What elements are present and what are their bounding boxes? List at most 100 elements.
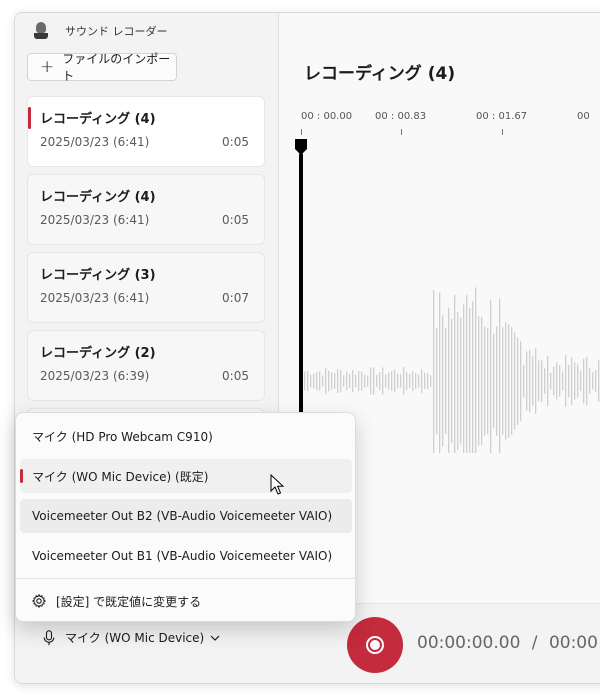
waveform-bar — [463, 304, 465, 453]
waveform-bar — [409, 373, 411, 389]
waveform-bar — [478, 316, 480, 446]
recording-item[interactable]: レコーディング (4) 2025/03/23 (6:41) 0:05 — [27, 96, 265, 167]
timeline-tick-label: 00 : 01.67 — [476, 111, 528, 122]
recording-name: レコーディング (4) — [40, 190, 156, 205]
recording-duration: 0:05 — [222, 369, 249, 383]
dropdown-option-selected[interactable]: マイク (WO Mic Device) (既定) — [20, 459, 352, 493]
waveform-bar — [358, 370, 360, 392]
waveform-bar — [484, 326, 486, 436]
waveform-bar — [364, 374, 366, 388]
recording-item[interactable]: レコーディング (2) 2025/03/23 (6:39) 0:05 — [27, 330, 265, 401]
dropdown-option-label: Voicemeeter Out B2 (VB-Audio Voicemeeter… — [32, 509, 333, 523]
waveform-bar — [451, 318, 453, 444]
waveform-bar — [412, 371, 414, 391]
record-button[interactable] — [347, 617, 403, 673]
open-settings-option[interactable]: [設定] で既定値に変更する — [20, 584, 352, 618]
waveform-bar — [481, 316, 483, 446]
waveform-bar — [397, 373, 399, 389]
waveform-bar — [520, 341, 522, 421]
mouse-cursor-icon — [270, 474, 284, 495]
waveform-bar — [562, 371, 564, 391]
waveform-bar — [421, 369, 423, 393]
recording-item[interactable]: レコーディング (4) 2025/03/23 (6:41) 0:05 — [27, 174, 265, 245]
dropdown-option[interactable]: Voicemeeter Out B2 (VB-Audio Voicemeeter… — [20, 499, 352, 533]
waveform-bar — [406, 371, 408, 391]
waveform-bar — [328, 370, 330, 392]
timeline-ruler[interactable]: 00 : 00.00 00 : 00.83 00 : 01.67 00 — [279, 109, 600, 149]
dropdown-option-label: Voicemeeter Out B1 (VB-Audio Voicemeeter… — [32, 549, 333, 563]
waveform-bar — [427, 372, 429, 390]
waveform-bar — [529, 349, 531, 413]
plus-icon: + — [40, 56, 55, 77]
waveform-bar — [595, 370, 597, 392]
waveform-bar — [367, 375, 369, 387]
waveform-bar — [310, 374, 312, 388]
waveform-bar — [436, 327, 438, 435]
waveform-bar — [490, 300, 492, 453]
record-icon — [366, 636, 384, 654]
waveform-bar — [547, 355, 549, 407]
waveform-bar — [337, 368, 339, 394]
timeline-tick-label: 00 — [577, 111, 590, 122]
waveform-bar — [340, 370, 342, 392]
open-settings-label: [設定] で既定値に変更する — [56, 594, 202, 609]
waveform-bar — [541, 359, 543, 403]
waveform-bar — [373, 367, 375, 395]
waveform-bar — [334, 373, 336, 389]
waveform-bar — [385, 374, 387, 388]
waveform-bar — [580, 370, 582, 392]
waveform-bar — [322, 375, 324, 387]
recording-date: 2025/03/23 (6:41) — [40, 135, 150, 149]
waveform-bar — [343, 375, 345, 387]
waveform-bar — [352, 369, 354, 393]
waveform-bar — [544, 368, 546, 394]
waveform-bar — [439, 292, 441, 453]
waveform-bar — [379, 372, 381, 390]
recording-date: 2025/03/23 (6:39) — [40, 369, 150, 383]
waveform-bar — [517, 337, 519, 425]
microphone-selector[interactable]: マイク (WO Mic Device) — [43, 629, 220, 646]
waveform-bar — [589, 368, 591, 394]
waveform-bar — [472, 301, 474, 453]
recording-duration: 0:05 — [222, 135, 249, 149]
waveform-bar — [442, 315, 444, 447]
waveform-bar — [502, 327, 504, 435]
dropdown-option[interactable]: マイク (HD Pro Webcam C910) — [20, 419, 352, 453]
waveform-bar — [538, 360, 540, 402]
waveform-bar — [370, 367, 372, 395]
waveform-bar — [598, 360, 600, 402]
waveform-bar — [445, 328, 447, 434]
selection-indicator — [20, 469, 23, 483]
waveform-bar — [400, 374, 402, 388]
waveform-bar — [349, 373, 351, 389]
waveform-bar — [430, 375, 432, 387]
recording-name: レコーディング (4) — [40, 112, 156, 127]
timeline-tick-label: 00 : 00.83 — [375, 111, 427, 122]
waveform-bar — [496, 326, 498, 436]
waveform-bar — [394, 369, 396, 393]
title-bar: サウンド レコーダー — [15, 13, 278, 49]
waveform-bar — [469, 308, 471, 453]
total-time: 00:00 — [548, 633, 598, 653]
app-title: サウンド レコーダー — [65, 25, 168, 38]
gear-icon — [32, 594, 46, 608]
waveform-bar — [391, 371, 393, 391]
microphone-icon — [43, 629, 55, 646]
import-file-button[interactable]: + ファイルのインポート — [27, 52, 177, 83]
recording-name: レコーディング (3) — [40, 268, 156, 283]
waveform-bar — [433, 290, 435, 453]
waveform-bar — [571, 357, 573, 405]
waveform-bar — [361, 371, 363, 391]
waveform-bar — [535, 348, 537, 414]
dropdown-option[interactable]: Voicemeeter Out B1 (VB-Audio Voicemeeter… — [20, 539, 352, 573]
recording-duration: 0:07 — [222, 291, 249, 305]
waveform-bar — [331, 372, 333, 390]
waveform-bar — [448, 307, 450, 453]
microphone-selector-label: マイク (WO Mic Device) — [65, 631, 205, 645]
time-separator: / — [531, 633, 538, 653]
waveform-bar — [319, 371, 321, 391]
waveform-bar — [568, 364, 570, 398]
recording-duration: 0:05 — [222, 213, 249, 227]
timeline-tick-label: 00 : 00.00 — [301, 111, 353, 122]
recording-item[interactable]: レコーディング (3) 2025/03/23 (6:41) 0:07 — [27, 252, 265, 323]
